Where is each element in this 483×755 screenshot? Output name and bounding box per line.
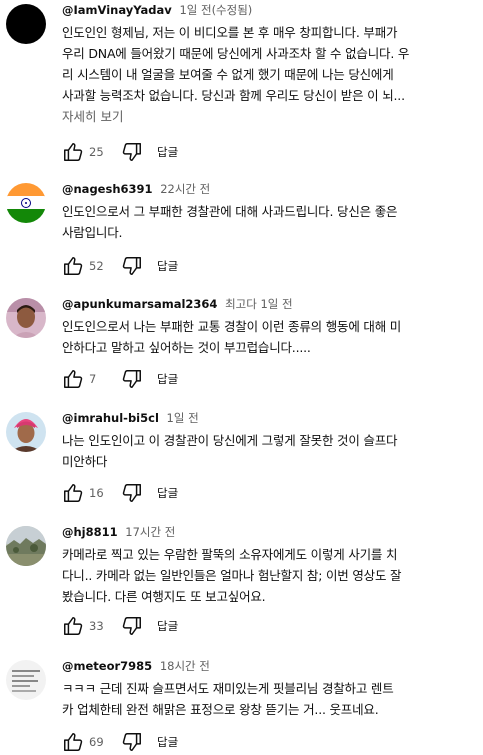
comment-meta: @meteor7985 18시간 전 [62,658,475,674]
comment-text-line: 카메라로 찍고 있는 우람한 팔뚝의 소유자에게도 이렇게 사기를 치 [62,547,398,562]
comment-body: @IamVinayYadav 1일 전(수정됨) 인도인인 형제님, 저는 이 … [62,2,475,161]
author-name[interactable]: @imrahul-bi5cl [62,411,159,425]
comment-body: @hj8811 17시간 전 카메라로 찍고 있는 우람한 팔뚝의 소유자에게도… [62,524,475,635]
comment-actions: 7 답글 [62,368,178,390]
like-count: 69 [89,735,104,749]
thumbs-down-icon[interactable] [121,368,143,390]
comment-meta: @hj8811 17시간 전 [62,524,475,540]
comment-text-line: 인도인으로서 그 부패한 경찰관에 대해 사과드립니다. 당신은 좋은 [62,204,398,219]
text-image-icon [6,660,46,700]
comment-text-line: 사과할 능력조차 없습니다. 당신과 함께 우리도 당신이 받은 이 뇌... [62,88,405,103]
reply-button[interactable]: 답글 [157,144,178,160]
thumbs-up-icon[interactable] [62,482,84,504]
comment-body: @nagesh6391 22시간 전 인도인으로서 그 부패한 경찰관에 대해 … [62,181,475,275]
avatar[interactable] [6,526,46,566]
thumbs-down-icon[interactable] [121,731,143,753]
comment-text: 카메라로 찍고 있는 우람한 팔뚝의 소유자에게도 이렇게 사기를 치 다니..… [62,544,475,607]
reply-button[interactable]: 답글 [157,371,178,387]
author-name[interactable]: @IamVinayYadav [62,3,172,17]
reply-button[interactable]: 답글 [157,734,178,750]
comment-actions: 16 답글 [62,482,178,504]
comment-time[interactable]: 22시간 전 [160,182,210,196]
thumbs-up-icon[interactable] [62,141,84,163]
comment-text: ㅋㅋㅋ 근데 진짜 슬프면서도 재미있는게 핏블리님 경찰하고 렌트 카 업체한… [62,678,475,720]
comment-body: @meteor7985 18시간 전 ㅋㅋㅋ 근데 진짜 슬프면서도 재미있는게… [62,658,475,751]
landscape-photo-icon [6,526,46,566]
author-name[interactable]: @nagesh6391 [62,182,153,196]
comment-text-line: 인도인인 형제님, 저는 이 비디오를 본 후 매우 창피합니다. 부패가 [62,25,398,40]
thumbs-up-icon[interactable] [62,731,84,753]
comment-text-line: 사람입니다. [62,225,123,240]
thumbs-down-icon[interactable] [121,141,143,163]
avatar[interactable] [6,412,46,452]
comment-text-line: 리 시스템이 내 얼굴을 보여줄 수 없게 했기 때문에 나는 당신에게 [62,67,394,82]
author-name[interactable]: @meteor7985 [62,659,152,673]
like-count: 33 [89,619,104,633]
comment: @apunkumarsamal2364 최고다 1일 전 인도인으로서 나는 부… [0,296,483,396]
india-flag-icon [6,183,46,223]
thumbs-up-icon[interactable] [62,368,84,390]
comment-text-line: 봤습니다. 다른 여행지도 또 보고싶어요. [62,589,266,604]
comment-text-line: 우리 DNA에 들어왔기 때문에 당신에게 사과조차 할 수 없습니다. 우 [62,46,410,61]
comment: @hj8811 17시간 전 카메라로 찍고 있는 우람한 팔뚝의 소유자에게도… [0,524,483,644]
comment-time[interactable]: 17시간 전 [125,525,175,539]
like-count: 52 [89,259,104,273]
comment-text: 인도인으로서 그 부패한 경찰관에 대해 사과드립니다. 당신은 좋은 사람입니… [62,201,475,243]
comment: @nagesh6391 22시간 전 인도인으로서 그 부패한 경찰관에 대해 … [0,181,483,281]
reply-button[interactable]: 답글 [157,618,178,634]
reply-button[interactable]: 답글 [157,258,178,274]
comment-meta: @IamVinayYadav 1일 전(수정됨) [62,2,475,18]
person-photo-icon [6,298,46,338]
comment-text-line: 미안하다 [62,454,108,469]
comment-text-line: ㅋㅋㅋ 근데 진짜 슬프면서도 재미있는게 핏블리님 경찰하고 렌트 [62,681,394,696]
thumbs-down-icon[interactable] [121,615,143,637]
comment-text: 나는 인도인이고 이 경찰관이 당신에게 그렇게 잘못한 것이 슬프다 미안하다 [62,430,475,472]
reply-button[interactable]: 답글 [157,485,178,501]
comment-body: @apunkumarsamal2364 최고다 1일 전 인도인으로서 나는 부… [62,296,475,388]
author-name[interactable]: @hj8811 [62,525,118,539]
comment-actions: 33 답글 [62,615,178,637]
comment-actions: 69 답글 [62,731,178,753]
comment-time[interactable]: 1일 전(수정됨) [179,3,252,17]
comment: @IamVinayYadav 1일 전(수정됨) 인도인인 형제님, 저는 이 … [0,2,483,172]
comment-body: @imrahul-bi5cl 1일 전 나는 인도인이고 이 경찰관이 당신에게… [62,410,475,502]
comment-text-line: 인도인으로서 나는 부패한 교통 경찰이 이런 종류의 행동에 대해 미 [62,319,402,334]
comment-actions: 52 답글 [62,255,178,277]
avatar[interactable] [6,660,46,700]
comment-text-line: 안하다고 말하고 싶어하는 것이 부끄럽습니다..... [62,340,311,355]
thumbs-up-icon[interactable] [62,615,84,637]
person-turban-photo-icon [6,412,46,452]
avatar[interactable] [6,4,46,44]
comment: @meteor7985 18시간 전 ㅋㅋㅋ 근데 진짜 슬프면서도 재미있는게… [0,658,483,755]
comment-meta: @imrahul-bi5cl 1일 전 [62,410,475,426]
thumbs-up-icon[interactable] [62,255,84,277]
thumbs-down-icon[interactable] [121,255,143,277]
comment-text-line: 나는 인도인이고 이 경찰관이 당신에게 그렇게 잘못한 것이 슬프다 [62,433,398,448]
like-count: 16 [89,486,104,500]
comment-actions: 25 답글 [62,141,178,163]
avatar[interactable] [6,183,46,223]
thumbs-down-icon[interactable] [121,482,143,504]
comment-meta: @nagesh6391 22시간 전 [62,181,475,197]
comment-text: 인도인으로서 나는 부패한 교통 경찰이 이런 종류의 행동에 대해 미 안하다… [62,316,475,358]
like-count: 7 [89,372,97,386]
comment-time[interactable]: 18시간 전 [160,659,210,673]
comment-text-line: 다니.. 카메라 없는 일반인들은 얼마나 험난할지 참; 이번 영상도 잘 [62,568,402,583]
author-name[interactable]: @apunkumarsamal2364 [62,297,217,311]
comment-time[interactable]: 최고다 1일 전 [225,297,293,311]
comment-time[interactable]: 1일 전 [167,411,199,425]
comment-text-line: 카 업체한테 완전 해맑은 표정으로 왕창 뜯기는 거... 웃프네요. [62,702,379,717]
comment: @imrahul-bi5cl 1일 전 나는 인도인이고 이 경찰관이 당신에게… [0,410,483,510]
comment-meta: @apunkumarsamal2364 최고다 1일 전 [62,296,475,312]
like-count: 25 [89,145,104,159]
comment-text: 인도인인 형제님, 저는 이 비디오를 본 후 매우 창피합니다. 부패가 우리… [62,22,475,106]
avatar[interactable] [6,298,46,338]
read-more-link[interactable]: 자세히 보기 [62,108,475,126]
